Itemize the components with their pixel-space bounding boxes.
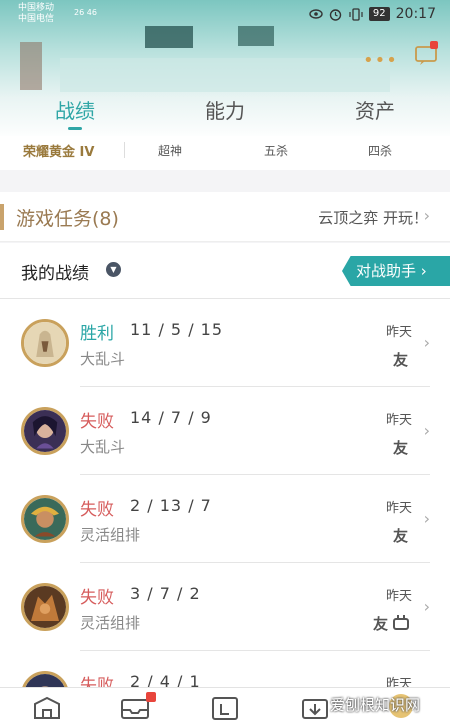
- signal-indicator: 26 46: [74, 8, 97, 17]
- chevron-right-icon: ›: [423, 597, 430, 616]
- team-icon: [393, 615, 409, 630]
- task-link[interactable]: 云顶之弈 开玩！: [318, 207, 428, 228]
- profile-card-icon[interactable]: [210, 696, 240, 720]
- friend-tag: 友: [372, 615, 388, 633]
- notification-dot: [430, 41, 438, 49]
- battery-indicator: 92: [368, 7, 390, 21]
- match-mode: 灵活组排: [80, 526, 141, 544]
- chevron-right-icon: ›: [423, 206, 430, 225]
- champion-avatar: [21, 319, 69, 367]
- clock: 20:17: [395, 6, 436, 22]
- match-time: 昨天: [385, 677, 412, 687]
- stat-quadra-kill: 四杀: [368, 144, 393, 158]
- match-kda: 2 / 13 / 7: [130, 496, 212, 515]
- chevron-right-icon: ›: [423, 421, 430, 440]
- game-task-card[interactable]: 游戏任务(8) 云顶之弈 开玩！ ›: [0, 192, 450, 242]
- match-time: 昨天: [385, 501, 412, 516]
- match-result: 失败: [80, 412, 114, 432]
- match-time: 昨天: [385, 325, 412, 340]
- download-icon[interactable]: [300, 696, 330, 720]
- rank-summary-row: 荣耀黄金 IV 超神 五杀 四杀: [0, 136, 450, 170]
- match-mode: 灵活组排: [80, 614, 141, 632]
- battle-assistant-button[interactable]: 对战助手 ›: [342, 256, 450, 286]
- carrier-1: 中国移动: [18, 3, 55, 13]
- main-tabs: 战绩 能力 资产: [0, 96, 450, 136]
- home-icon[interactable]: [32, 696, 62, 720]
- status-bar: 中国移动 中国电信 26 46 92 20:17: [0, 0, 450, 30]
- chevron-right-icon: ›: [423, 333, 430, 352]
- champion-avatar: [21, 495, 69, 543]
- friend-tag: 友: [392, 527, 408, 545]
- friend-tag: 友: [392, 439, 408, 457]
- match-kda: 14 / 7 / 9: [130, 408, 212, 427]
- match-result: 失败: [80, 588, 114, 608]
- match-mode: 大乱斗: [80, 350, 126, 368]
- friend-tag: 友: [392, 351, 408, 369]
- chevron-down-icon[interactable]: ▼: [106, 262, 121, 277]
- match-row[interactable]: 失败 3 / 7 / 2 灵活组排 昨天 友 ›: [0, 563, 450, 651]
- inbox-badge: [146, 692, 156, 702]
- match-list: 胜利 11 / 5 / 15 大乱斗 昨天 友 › 失败 14 / 7 / 9 …: [0, 299, 450, 687]
- champion-avatar: [21, 583, 69, 631]
- rank-tier[interactable]: 荣耀黄金 IV: [23, 141, 94, 160]
- champion-avatar: [21, 671, 69, 687]
- match-result: 失败: [80, 500, 114, 520]
- tab-ability[interactable]: 能力: [150, 96, 300, 136]
- vibrate-icon: [349, 7, 363, 21]
- champion-avatar: [21, 407, 69, 455]
- chevron-right-icon: ›: [423, 509, 430, 528]
- match-kda: 2 / 4 / 1: [130, 672, 201, 687]
- task-accent-bar: [0, 204, 4, 230]
- more-options-icon[interactable]: •••: [363, 50, 398, 71]
- watermark-text: 爱刨根知识网: [330, 696, 421, 714]
- match-kda: 3 / 7 / 2: [130, 584, 201, 603]
- tab-assets[interactable]: 资产: [300, 96, 450, 136]
- match-row[interactable]: 失败 14 / 7 / 9 大乱斗 昨天 友 ›: [0, 387, 450, 475]
- task-title: 游戏任务(8): [16, 208, 119, 230]
- my-record-header: 我的战绩 ▼ 对战助手 ›: [0, 243, 450, 299]
- match-time: 昨天: [385, 413, 412, 428]
- match-kda: 11 / 5 / 15: [130, 320, 224, 339]
- carrier-labels: 中国移动 中国电信: [18, 3, 54, 25]
- carrier-2: 中国电信: [18, 14, 55, 24]
- match-mode: 大乱斗: [80, 438, 126, 456]
- match-result: 失败: [80, 676, 114, 687]
- stat-legendary: 超神: [158, 144, 183, 158]
- tab-record[interactable]: 战绩: [0, 96, 150, 136]
- alarm-icon: [329, 7, 343, 21]
- stat-penta-kill: 五杀: [264, 144, 289, 158]
- match-result: 胜利: [80, 324, 114, 344]
- match-row[interactable]: 胜利 11 / 5 / 15 大乱斗 昨天 友 ›: [0, 299, 450, 387]
- match-row[interactable]: 失败 2 / 13 / 7 灵活组排 昨天 友 ›: [0, 475, 450, 563]
- eye-icon: [309, 7, 323, 21]
- my-record-title[interactable]: 我的战绩: [21, 259, 89, 284]
- match-time: 昨天: [385, 589, 412, 604]
- match-row[interactable]: 失败 2 / 4 / 1 昨天: [0, 651, 450, 687]
